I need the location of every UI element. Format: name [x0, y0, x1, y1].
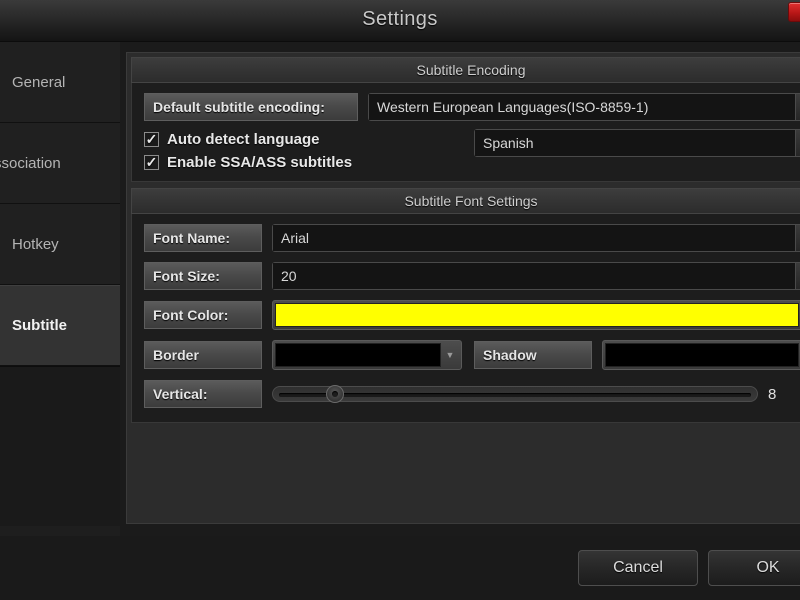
- auto-detect-language-checkbox[interactable]: ✓ Auto detect language: [144, 131, 474, 148]
- vertical-row: Vertical: 8: [144, 380, 798, 408]
- checkmark-icon: ✓: [144, 131, 159, 147]
- shadow-color-swatch[interactable]: [605, 343, 799, 367]
- vertical-label: Vertical:: [144, 380, 262, 408]
- slider-handle[interactable]: [326, 385, 345, 403]
- chevron-down-icon[interactable]: ▼: [441, 350, 459, 360]
- settings-content-panel: Subtitle Encoding Default subtitle encod…: [126, 52, 800, 524]
- font-size-row: Font Size: 20 ▼: [144, 262, 800, 290]
- font-name-select[interactable]: Arial ▼: [272, 224, 800, 252]
- sidebar: General Association Hotkey Subtitle: [0, 42, 120, 600]
- sidebar-item-label: Hotkey: [12, 235, 59, 253]
- enable-ssa-ass-label: Enable SSA/ASS subtitles: [167, 154, 353, 171]
- font-size-select[interactable]: 20 ▼: [272, 262, 800, 290]
- slider-track: [279, 393, 751, 397]
- subtitle-font-settings-body: Font Name: Arial ▼ Font Size: 20 ▼ Font …: [131, 214, 800, 423]
- border-color-swatch[interactable]: [275, 343, 441, 367]
- font-color-swatch[interactable]: [275, 303, 799, 327]
- sidebar-item-label: Association: [0, 154, 61, 172]
- vertical-slider[interactable]: [272, 385, 758, 403]
- subtitle-encoding-body: Default subtitle encoding: Western Europ…: [131, 83, 800, 182]
- font-size-value: 20: [273, 263, 795, 289]
- font-color-row: Font Color: ▼: [144, 300, 800, 330]
- font-color-picker[interactable]: ▼: [272, 300, 800, 330]
- language-value: Spanish: [475, 130, 795, 156]
- font-size-label: Font Size:: [144, 262, 262, 290]
- chevron-down-icon[interactable]: ▼: [795, 94, 800, 120]
- sidebar-filler: [0, 366, 120, 526]
- border-label: Border: [144, 341, 262, 369]
- default-encoding-label: Default subtitle encoding:: [144, 93, 358, 121]
- vertical-value: 8: [768, 385, 777, 403]
- border-color-picker[interactable]: ▼: [272, 340, 462, 370]
- font-name-row: Font Name: Arial ▼: [144, 224, 800, 252]
- sidebar-item-general[interactable]: General: [0, 42, 120, 123]
- default-encoding-row: Default subtitle encoding: Western Europ…: [144, 93, 800, 121]
- chevron-down-icon[interactable]: ▼: [795, 225, 800, 251]
- shadow-label: Shadow: [474, 341, 592, 369]
- close-icon[interactable]: [788, 2, 800, 22]
- font-color-label: Font Color:: [144, 301, 262, 329]
- sidebar-item-subtitle[interactable]: Subtitle: [0, 285, 120, 366]
- sidebar-item-hotkey[interactable]: Hotkey: [0, 204, 120, 285]
- font-name-label: Font Name:: [144, 224, 262, 252]
- ok-button[interactable]: OK: [708, 550, 800, 586]
- cancel-button[interactable]: Cancel: [578, 550, 698, 586]
- sidebar-item-label: Subtitle: [12, 317, 67, 334]
- shadow-color-picker[interactable]: ▼: [602, 340, 800, 370]
- font-name-value: Arial: [273, 225, 795, 251]
- border-shadow-row: Border ▼ Shadow ▼: [144, 340, 800, 370]
- enable-ssa-ass-checkbox[interactable]: ✓ Enable SSA/ASS subtitles: [144, 154, 474, 171]
- subtitle-encoding-header: Subtitle Encoding: [131, 57, 800, 83]
- checkmark-icon: ✓: [144, 154, 159, 170]
- auto-detect-row: ✓ Auto detect language ✓ Enable SSA/ASS …: [144, 129, 800, 171]
- language-select[interactable]: Spanish ▼: [474, 129, 800, 157]
- chevron-down-icon[interactable]: ▼: [795, 263, 800, 289]
- dialog-footer: Cancel OK: [0, 536, 800, 600]
- page-title: Settings: [362, 8, 438, 30]
- title-bar: Settings: [0, 0, 800, 42]
- chevron-down-icon[interactable]: ▼: [795, 130, 800, 156]
- default-encoding-select[interactable]: Western European Languages(ISO-8859-1) ▼: [368, 93, 800, 121]
- sidebar-item-label: General: [12, 73, 66, 91]
- sidebar-item-association[interactable]: Association: [0, 123, 120, 204]
- auto-detect-language-label: Auto detect language: [167, 131, 320, 148]
- default-encoding-value: Western European Languages(ISO-8859-1): [369, 94, 795, 120]
- settings-dialog: Settings General Association Hotkey Subt…: [0, 0, 800, 600]
- subtitle-font-settings-header: Subtitle Font Settings: [131, 188, 800, 214]
